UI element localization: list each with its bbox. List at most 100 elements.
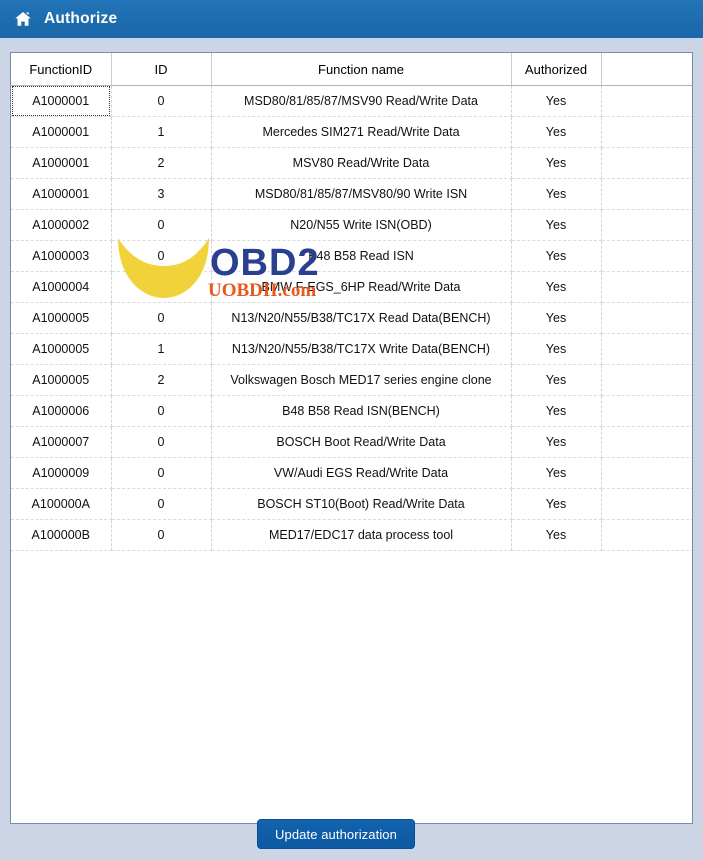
- table-row[interactable]: A1000001 0 MSD80/81/85/87/MSV90 Read/Write…: [11, 85, 692, 117]
- cell-function-name[interactable]: BMW F-EGS_6HP Read/Write Data: [211, 271, 512, 303]
- cell-id[interactable]: 0: [111, 209, 212, 241]
- cell-function-id[interactable]: A1000001: [11, 85, 112, 117]
- cell-filler: [601, 271, 692, 303]
- cell-id[interactable]: 2: [111, 147, 212, 179]
- home-icon[interactable]: [14, 10, 32, 28]
- cell-id[interactable]: 0: [111, 395, 212, 427]
- cell-authorized[interactable]: Yes: [511, 333, 602, 365]
- cell-function-id[interactable]: A100000B: [11, 519, 112, 551]
- cell-function-name[interactable]: N13/N20/N55/B38/TC17X Write Data(BENCH): [211, 333, 512, 365]
- table-row[interactable]: A100000B 0 MED17/EDC17 data process tool Ye…: [11, 519, 692, 551]
- cell-id[interactable]: 0: [111, 271, 212, 303]
- cell-filler: [601, 85, 692, 117]
- cell-filler: [601, 302, 692, 334]
- table-row[interactable]: A1000006 0 B48 B58 Read ISN(BENCH) Yes: [11, 395, 692, 427]
- cell-filler: [601, 333, 692, 365]
- cell-authorized[interactable]: Yes: [511, 116, 602, 148]
- cell-function-id[interactable]: A100000A: [11, 488, 112, 520]
- cell-function-id[interactable]: A1000005: [11, 364, 112, 396]
- cell-id[interactable]: 0: [111, 519, 212, 551]
- cell-authorized[interactable]: Yes: [511, 488, 602, 520]
- table-row[interactable]: A1000001 2 MSV80 Read/Write Data Yes: [11, 147, 692, 179]
- cell-function-id[interactable]: A1000004: [11, 271, 112, 303]
- page-title: Authorize: [44, 10, 118, 27]
- table-row[interactable]: A1000009 0 VW/Audi EGS Read/Write Data Yes: [11, 457, 692, 489]
- column-header-id[interactable]: ID: [111, 53, 212, 86]
- table-row[interactable]: A1000007 0 BOSCH Boot Read/Write Data Yes: [11, 426, 692, 458]
- cell-authorized[interactable]: Yes: [511, 457, 602, 489]
- column-header-function-id[interactable]: FunctionID: [11, 53, 112, 86]
- table-row[interactable]: A1000005 1 N13/N20/N55/B38/TC17X Write Dat…: [11, 333, 692, 365]
- cell-filler: [601, 457, 692, 489]
- cell-authorized[interactable]: Yes: [511, 240, 602, 272]
- cell-function-name[interactable]: MSD80/81/85/87/MSV90 Read/Write Data: [211, 85, 512, 117]
- cell-function-name[interactable]: Mercedes SIM271 Read/Write Data: [211, 116, 512, 148]
- cell-function-name[interactable]: MED17/EDC17 data process tool: [211, 519, 512, 551]
- cell-id[interactable]: 0: [111, 426, 212, 458]
- column-header-authorized[interactable]: Authorized: [511, 53, 602, 86]
- cell-id[interactable]: 3: [111, 178, 212, 210]
- cell-id[interactable]: 0: [111, 457, 212, 489]
- cell-filler: [601, 240, 692, 272]
- cell-id[interactable]: 0: [111, 85, 212, 117]
- cell-function-name[interactable]: MSV80 Read/Write Data: [211, 147, 512, 179]
- cell-function-id[interactable]: A1000002: [11, 209, 112, 241]
- cell-id[interactable]: 0: [111, 240, 212, 272]
- cell-authorized[interactable]: Yes: [511, 85, 602, 117]
- cell-function-id[interactable]: A1000005: [11, 302, 112, 334]
- cell-function-name[interactable]: BOSCH ST10(Boot) Read/Write Data: [211, 488, 512, 520]
- cell-function-name[interactable]: N20/N55 Write ISN(OBD): [211, 209, 512, 241]
- cell-filler: [601, 395, 692, 427]
- cell-authorized[interactable]: Yes: [511, 302, 602, 334]
- cell-authorized[interactable]: Yes: [511, 178, 602, 210]
- cell-function-name[interactable]: MSD80/81/85/87/MSV80/90 Write ISN: [211, 178, 512, 210]
- cell-function-id[interactable]: A1000001: [11, 178, 112, 210]
- cell-id[interactable]: 0: [111, 488, 212, 520]
- cell-id[interactable]: 2: [111, 364, 212, 396]
- cell-filler: [601, 116, 692, 148]
- cell-id[interactable]: 1: [111, 333, 212, 365]
- cell-function-name[interactable]: VW/Audi EGS Read/Write Data: [211, 457, 512, 489]
- table-row[interactable]: A1000003 0 B48 B58 Read ISN Yes: [11, 240, 692, 272]
- table-body: A1000001 0 MSD80/81/85/87/MSV90 Read/Write…: [11, 85, 692, 551]
- cell-function-id[interactable]: A1000005: [11, 333, 112, 365]
- authorization-table-panel: FunctionID ID Function name Authorized A…: [10, 52, 693, 824]
- cell-function-id[interactable]: A1000001: [11, 147, 112, 179]
- table-row[interactable]: A1000001 3 MSD80/81/85/87/MSV80/90 Write I…: [11, 178, 692, 210]
- cell-authorized[interactable]: Yes: [511, 426, 602, 458]
- cell-function-id[interactable]: A1000006: [11, 395, 112, 427]
- cell-function-id[interactable]: A1000001: [11, 116, 112, 148]
- cell-filler: [601, 178, 692, 210]
- cell-authorized[interactable]: Yes: [511, 209, 602, 241]
- cell-authorized[interactable]: Yes: [511, 519, 602, 551]
- update-authorization-button[interactable]: Update authorization: [257, 819, 415, 849]
- cell-filler: [601, 364, 692, 396]
- cell-function-name[interactable]: BOSCH Boot Read/Write Data: [211, 426, 512, 458]
- cell-function-name[interactable]: Volkswagen Bosch MED17 series engine clo…: [211, 364, 512, 396]
- table-row[interactable]: A100000A 0 BOSCH ST10(Boot) Read/Write Dat…: [11, 488, 692, 520]
- cell-function-name[interactable]: B48 B58 Read ISN: [211, 240, 512, 272]
- cell-function-id[interactable]: A1000009: [11, 457, 112, 489]
- cell-authorized[interactable]: Yes: [511, 271, 602, 303]
- cell-authorized[interactable]: Yes: [511, 147, 602, 179]
- cell-authorized[interactable]: Yes: [511, 395, 602, 427]
- cell-id[interactable]: 0: [111, 302, 212, 334]
- cell-function-name[interactable]: N13/N20/N55/B38/TC17X Read Data(BENCH): [211, 302, 512, 334]
- column-header-function-name[interactable]: Function name: [211, 53, 512, 86]
- table-row[interactable]: A1000004 0 BMW F-EGS_6HP Read/Write Data Ye…: [11, 271, 692, 303]
- table-row[interactable]: A1000001 1 Mercedes SIM271 Read/Write Data…: [11, 116, 692, 148]
- cell-filler: [601, 147, 692, 179]
- table-row[interactable]: A1000002 0 N20/N55 Write ISN(OBD) Yes: [11, 209, 692, 241]
- cell-function-name[interactable]: B48 B58 Read ISN(BENCH): [211, 395, 512, 427]
- cell-function-id[interactable]: A1000007: [11, 426, 112, 458]
- authorization-table: FunctionID ID Function name Authorized A…: [11, 53, 692, 551]
- cell-filler: [601, 209, 692, 241]
- table-row[interactable]: A1000005 2 Volkswagen Bosch MED17 series e…: [11, 364, 692, 396]
- cell-filler: [601, 488, 692, 520]
- content-area: FunctionID ID Function name Authorized A…: [0, 38, 703, 860]
- cell-authorized[interactable]: Yes: [511, 364, 602, 396]
- cell-id[interactable]: 1: [111, 116, 212, 148]
- cell-function-id[interactable]: A1000003: [11, 240, 112, 272]
- column-header-filler: [601, 53, 692, 86]
- table-row[interactable]: A1000005 0 N13/N20/N55/B38/TC17X Read Data…: [11, 302, 692, 334]
